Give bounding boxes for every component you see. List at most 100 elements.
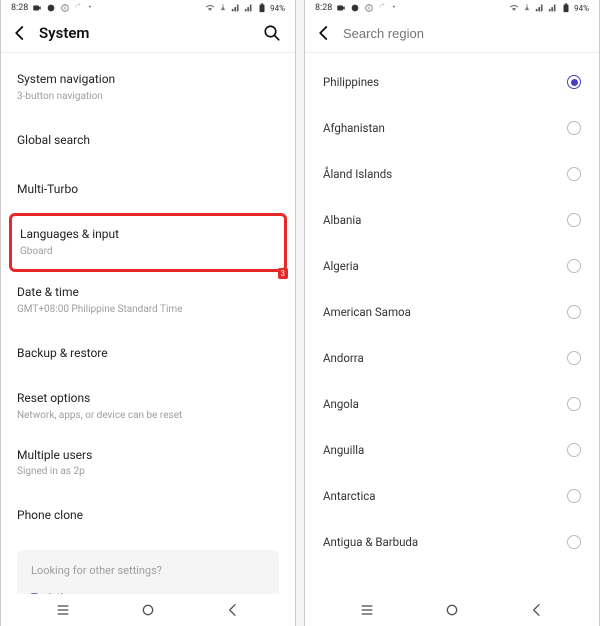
nav-bar [1,594,295,626]
radio-icon [567,75,581,89]
info-icon [364,3,374,13]
radio-icon [567,213,581,227]
row-global-search[interactable]: Global search [1,116,295,165]
region-label: Afghanistan [323,121,385,135]
radio-icon [567,305,581,319]
home-icon[interactable] [140,602,156,618]
row-sub: Gboard [20,245,276,259]
region-afghanistan[interactable]: Afghanistan [305,105,599,151]
region-label: Andorra [323,351,364,365]
signal-icon [535,3,545,13]
region-philippines[interactable]: Philippines [305,59,599,105]
back-nav-icon[interactable] [225,602,241,618]
battery-icon [561,3,571,13]
row-label: Global search [17,132,279,149]
back-icon[interactable] [315,24,333,42]
region-albania[interactable]: Albania [305,197,599,243]
region-anguilla[interactable]: Anguilla [305,427,599,473]
region-antarctica[interactable]: Antarctica [305,473,599,519]
region-label: Philippines [323,75,379,89]
row-backup-restore[interactable]: Backup & restore [1,329,295,378]
messenger-icon [46,3,56,13]
region-label: Albania [323,213,361,227]
radio-icon [567,535,581,549]
signal2-icon [548,3,558,13]
radio-icon [567,397,581,411]
wifi-icon [509,3,519,13]
video-icon [336,3,346,13]
region-label: Algeria [323,259,359,273]
page-title: System [39,24,253,42]
radio-icon [567,351,581,365]
info-icon [60,3,70,13]
row-date-time[interactable]: Date & time GMT+08:00 Philippine Standar… [1,272,295,329]
radio-icon [567,489,581,503]
search-icon[interactable] [263,24,281,42]
region-label: American Samoa [323,305,411,319]
status-time: 8:28 [11,3,28,13]
row-label: Multi-Turbo [17,181,279,198]
radio-icon [567,167,581,181]
row-system-navigation[interactable]: System navigation 3-button navigation [1,59,295,116]
row-phone-clone[interactable]: Phone clone [1,491,295,540]
row-languages-input[interactable]: Languages & input Gboard 3 [9,213,287,272]
back-icon[interactable] [11,24,29,42]
status-time: 8:28 [315,3,332,13]
signal2-icon [244,3,254,13]
battery-icon [257,3,267,13]
region-andorra[interactable]: Andorra [305,335,599,381]
region-angola[interactable]: Angola [305,381,599,427]
recents-icon[interactable] [359,602,375,618]
row-multiple-users[interactable]: Multiple users Signed in as 2p [1,435,295,492]
sync-icon [378,3,388,13]
topbar-region [305,18,599,52]
region-label: Antigua & Barbuda [323,535,418,549]
messenger-icon [350,3,360,13]
status-bar: 8:28 • 94% [305,0,599,18]
region-aland-islands[interactable]: Åland Islands [305,151,599,197]
recents-icon[interactable] [55,602,71,618]
radio-icon [567,443,581,457]
search-region-input[interactable] [343,26,585,41]
row-label: Languages & input [20,226,276,243]
status-battery: 94% [270,4,285,13]
back-nav-icon[interactable] [529,602,545,618]
row-sub: Network, apps, or device can be reset [17,409,279,423]
sync-icon [74,3,84,13]
region-label: Angola [323,397,359,411]
region-american-samoa[interactable]: American Samoa [305,289,599,335]
data-icon [218,3,228,13]
status-bar: 8:28 • 94% [1,0,295,18]
status-more-icon: • [88,3,91,13]
row-reset-options[interactable]: Reset options Network, apps, or device c… [1,378,295,435]
row-sub: 3-button navigation [17,90,279,104]
row-label: System navigation [17,71,279,88]
row-sub: GMT+08:00 Philippine Standard Time [17,303,279,317]
region-label: Anguilla [323,443,364,457]
signal-icon [231,3,241,13]
home-icon[interactable] [444,602,460,618]
row-label: Date & time [17,284,279,301]
radio-icon [567,121,581,135]
region-label: Antarctica [323,489,376,503]
phone-left: 8:28 • 94% System System navigation 3-bu… [0,0,296,626]
suggestion-card: Looking for other settings? Task timer [17,550,279,594]
data-icon [522,3,532,13]
wifi-icon [205,3,215,13]
region-algeria[interactable]: Algeria [305,243,599,289]
status-more-icon: • [392,3,395,13]
status-battery: 94% [574,4,589,13]
row-sub: Signed in as 2p [17,465,279,479]
suggestion-question: Looking for other settings? [31,564,265,577]
row-label: Backup & restore [17,345,279,362]
phone-right: 8:28 • 94% Philippines Afghanistan [304,0,600,626]
row-label: Phone clone [17,507,279,524]
row-multi-turbo[interactable]: Multi-Turbo [1,165,295,214]
region-label: Åland Islands [323,167,392,181]
row-label: Reset options [17,390,279,407]
row-label: Multiple users [17,447,279,464]
region-list: Philippines Afghanistan Åland Islands Al… [305,53,599,594]
video-icon [32,3,42,13]
topbar-system: System [1,18,295,52]
region-antigua-barbuda[interactable]: Antigua & Barbuda [305,519,599,565]
